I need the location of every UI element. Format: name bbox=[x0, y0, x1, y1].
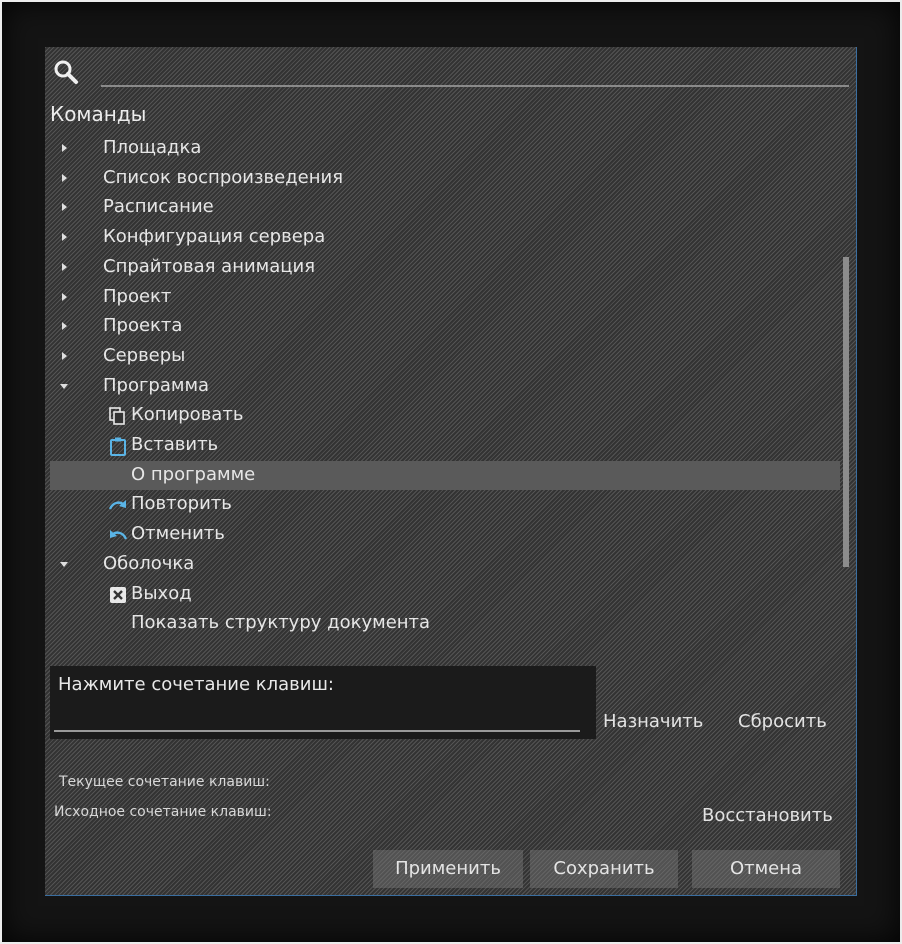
tree-item-label: Показать структуру документа bbox=[131, 612, 431, 634]
default-shortcut-label: Исходное сочетание клавиш: bbox=[54, 804, 272, 820]
commands-title: Команды bbox=[50, 102, 147, 126]
tree-item[interactable]: Выход bbox=[45, 580, 840, 609]
tree-group[interactable]: Расписание bbox=[45, 193, 840, 222]
tree-item-label: Спрайтовая анимация bbox=[103, 255, 316, 277]
tree-group[interactable]: Проекта bbox=[45, 312, 840, 341]
exit-icon bbox=[108, 585, 128, 605]
shortcut-entry-label: Нажмите сочетание клавиш: bbox=[58, 674, 334, 695]
tree-group[interactable]: Площадка bbox=[45, 134, 840, 163]
tree-item-label: Вставить bbox=[131, 434, 219, 455]
tree-item-label: Площадка bbox=[103, 137, 202, 158]
copy-icon bbox=[108, 406, 128, 426]
tree-scrollbar[interactable] bbox=[843, 257, 849, 567]
tree-item-label: Оболочка bbox=[103, 552, 195, 574]
tree-item-label: Конфигурация сервера bbox=[103, 226, 326, 248]
tree-item-label: Проект bbox=[103, 285, 172, 307]
tree-item-label: Список воспроизведения bbox=[103, 166, 344, 188]
paste-icon bbox=[108, 436, 128, 456]
assign-button[interactable]: Назначить bbox=[603, 711, 703, 732]
tree-item-label: Расписание bbox=[103, 196, 214, 218]
chevron-right-icon[interactable] bbox=[59, 261, 69, 273]
commands-tree[interactable]: Площадка Список воспроизведения Расписание… bbox=[45, 134, 840, 646]
apply-button[interactable]: Применить bbox=[373, 850, 523, 888]
tree-group[interactable]: Оболочка bbox=[45, 550, 840, 579]
shortcut-input-underline bbox=[54, 730, 580, 732]
chevron-right-icon[interactable] bbox=[59, 172, 69, 184]
chevron-down-icon[interactable] bbox=[59, 558, 69, 570]
tree-item-label: Копировать bbox=[131, 404, 244, 426]
search-input[interactable] bbox=[101, 59, 853, 85]
tree-item-label: Отменить bbox=[131, 523, 225, 545]
tree-item-label: Выход bbox=[131, 582, 192, 604]
tree-item[interactable]: Вставить bbox=[45, 431, 840, 460]
tree-item[interactable]: Повторить bbox=[45, 490, 840, 519]
document-icon bbox=[108, 644, 128, 646]
search-icon[interactable] bbox=[53, 59, 79, 85]
tree-group[interactable]: Список воспроизведения bbox=[45, 164, 840, 193]
tree-group[interactable]: Проект bbox=[45, 283, 840, 312]
tree-item-label: Проекта bbox=[103, 315, 183, 337]
save-button[interactable]: Сохранить bbox=[530, 850, 678, 888]
tree-item[interactable]: О программе bbox=[50, 460, 840, 490]
shortcut-input[interactable] bbox=[58, 702, 582, 728]
redo-icon bbox=[108, 495, 128, 515]
shortcut-entry-box[interactable]: Нажмите сочетание клавиш: bbox=[50, 666, 596, 739]
tree-group[interactable]: Спрайтовая анимация bbox=[45, 253, 840, 282]
tree-item[interactable] bbox=[45, 639, 840, 646]
tree-item[interactable]: Показать структуру документа bbox=[45, 609, 840, 638]
chevron-right-icon[interactable] bbox=[59, 350, 69, 362]
current-shortcut-label: Текущее сочетание клавиш: bbox=[59, 774, 270, 790]
chevron-down-icon[interactable] bbox=[59, 380, 69, 392]
chevron-right-icon[interactable] bbox=[59, 231, 69, 243]
tree-item[interactable]: Отменить bbox=[45, 520, 840, 549]
tree-item-label: Серверы bbox=[103, 344, 186, 366]
search-underline bbox=[101, 85, 849, 87]
tree-item[interactable]: Копировать bbox=[45, 401, 840, 430]
reset-button[interactable]: Сбросить bbox=[738, 711, 827, 732]
chevron-right-icon[interactable] bbox=[59, 291, 69, 303]
tree-item-label: Программа bbox=[103, 374, 210, 396]
chevron-right-icon[interactable] bbox=[59, 142, 69, 154]
cancel-button[interactable]: Отмена bbox=[692, 850, 840, 888]
tree-item-label: О программе bbox=[131, 463, 256, 485]
tree-group[interactable]: Программа bbox=[45, 372, 840, 401]
chevron-right-icon[interactable] bbox=[59, 201, 69, 213]
chevron-right-icon[interactable] bbox=[59, 320, 69, 332]
tree-group[interactable]: Конфигурация сервера bbox=[45, 223, 840, 252]
tree-item-label: Повторить bbox=[131, 493, 232, 515]
shortcuts-dialog: Команды Площадка Список воспроизведения Ра… bbox=[45, 47, 857, 896]
restore-button[interactable]: Восстановить bbox=[702, 805, 833, 826]
tree-group[interactable]: Серверы bbox=[45, 342, 840, 371]
undo-icon bbox=[108, 525, 128, 545]
